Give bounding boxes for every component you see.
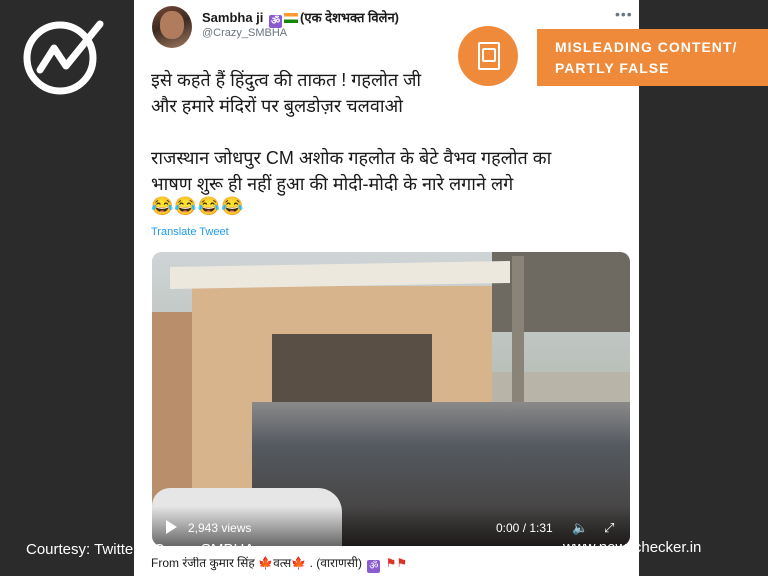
tweet-text-line-3: राजस्थान जोधपुर CM अशोक गहलोत के बेटे वै…: [151, 148, 552, 168]
video-time: 0:00 / 1:31: [496, 521, 553, 535]
video-player[interactable]: 2,943 views 0:00 / 1:31 🔈 ⤢: [152, 252, 630, 546]
author-name-text: Sambha ji: [202, 10, 264, 25]
maple-leaf-icon: 🍁: [291, 556, 307, 570]
tweet-text-line-1: इसे कहते हैं हिंदुत्व की ताकत ! गहलोत जी: [151, 70, 422, 90]
tweet-text-line-2: और हमारे मंदिरों पर बुलडोज़र चलवाओ: [151, 96, 403, 116]
maple-leaf-icon: 🍁: [258, 556, 274, 570]
verdict-label: MISLEADING CONTENT/ PARTLY FALSE: [537, 29, 768, 86]
author-name[interactable]: Sambha ji ॐ (एक देशभक्त विलेन): [202, 8, 399, 28]
flag-icons: ⚑⚑: [385, 556, 408, 570]
more-horizontal-icon[interactable]: •••: [615, 6, 633, 22]
verdict-line-2: PARTLY FALSE: [555, 60, 670, 76]
from-label: From: [151, 556, 179, 570]
video-wall: [152, 312, 194, 512]
translate-tweet-link[interactable]: Translate Tweet: [151, 226, 229, 238]
author-handle[interactable]: @Crazy_SMBHA: [202, 27, 287, 39]
laughing-emoji-icons: 😂😂😂😂: [151, 196, 245, 216]
avatar[interactable]: [152, 6, 192, 48]
tweet-card: Sambha ji ॐ (एक देशभक्त विलेन) @Crazy_SMB…: [134, 0, 639, 576]
from-place: . (वाराणसी): [309, 556, 362, 570]
courtesy-caption: Courtesy: Twitter@Crazy_SMBHA: [26, 541, 255, 558]
tweet-text-line-4: भाषण शुरू ही नहीं हुआ की मोदी-मोदी के ना…: [151, 174, 514, 194]
volume-icon[interactable]: 🔈: [572, 520, 588, 536]
from-name: रंजीत कुमार सिंह: [182, 556, 255, 570]
play-icon[interactable]: [166, 520, 177, 534]
video-views: 2,943 views: [188, 521, 252, 535]
fullscreen-icon[interactable]: ⤢: [604, 520, 614, 536]
from-name-2: वत्स: [273, 556, 292, 570]
portrait-frame-icon: [458, 26, 518, 86]
author-name-suffix: (एक देशभक्त विलेन): [300, 10, 399, 25]
verdict-line-1: MISLEADING CONTENT/: [555, 39, 738, 55]
newschecker-logo-icon: [23, 20, 104, 95]
om-icon: ॐ: [367, 560, 381, 573]
india-flag-icon: [284, 13, 299, 23]
site-url: www.newschecker.in: [563, 539, 702, 556]
